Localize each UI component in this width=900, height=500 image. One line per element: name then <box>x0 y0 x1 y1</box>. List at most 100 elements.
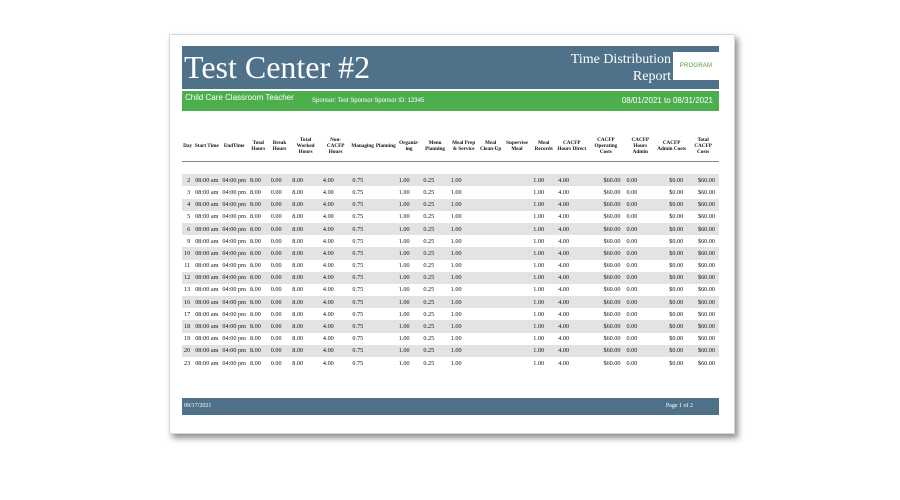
table-cell: 0.75 <box>352 262 364 270</box>
table-cell: 20 <box>184 347 191 355</box>
table-cell: $60.00 <box>603 335 621 343</box>
table-cell: 1.00 <box>450 237 462 245</box>
table-cell: 04:00 pm <box>222 310 246 318</box>
column-header: Total CACFP Costs <box>694 137 712 155</box>
column-header: Meal Prep & Service <box>452 140 476 152</box>
table-cell <box>479 345 503 357</box>
table-cell: 12 <box>184 274 191 282</box>
table-cell <box>479 174 503 186</box>
table-cell: 8.00 <box>249 225 261 233</box>
table-cell: 8.00 <box>292 176 304 184</box>
table-cell: 1.00 <box>398 359 410 367</box>
table-cell: $60.00 <box>697 359 715 367</box>
table-cell: 4.00 <box>322 213 334 221</box>
table-cell: 1.00 <box>533 298 545 306</box>
table-cell: 0.00 <box>626 335 638 343</box>
column-header: Day <box>183 143 193 149</box>
table-cell: 9 <box>187 237 191 245</box>
table-cell: 1.00 <box>450 310 462 318</box>
table-cell <box>479 296 503 308</box>
table-cell: $0.00 <box>669 286 684 294</box>
column-header: Supervise Meal <box>506 140 528 152</box>
table-cell: 8.00 <box>249 310 261 318</box>
table-cell: 10 <box>184 249 191 257</box>
table-cell: 8.00 <box>249 201 261 209</box>
table-cell: 1.00 <box>533 274 545 282</box>
table-cell: 1.00 <box>450 188 462 196</box>
table-cell: 0.00 <box>626 213 638 221</box>
table-cell: 08:00 am <box>195 323 219 331</box>
table-cell: $0.00 <box>669 188 684 196</box>
table-cell: 1.00 <box>398 249 410 257</box>
table-cell: 4.00 <box>322 176 334 184</box>
table-cell: $60.00 <box>603 262 621 270</box>
table-cell: 4.00 <box>558 335 570 343</box>
table-cell: $60.00 <box>697 335 715 343</box>
table-cell: 1.00 <box>533 286 545 294</box>
table-cell <box>479 260 503 272</box>
table-cell <box>375 186 397 198</box>
table-cell: 1.00 <box>450 274 462 282</box>
table-cell <box>503 211 532 223</box>
table-cell: 1.00 <box>398 286 410 294</box>
table-cell: $60.00 <box>697 310 715 318</box>
table-cell: 16 <box>184 298 191 306</box>
table-cell: $60.00 <box>697 298 715 306</box>
table-cell: 08:00 am <box>195 188 219 196</box>
table-cell <box>503 357 532 369</box>
table-cell: $60.00 <box>603 201 621 209</box>
table-cell: 08:00 am <box>195 249 219 257</box>
table-row: 4 08:00 am 04:00 pm 8.00 0.00 8.00 4.00 0.75 1.0… <box>182 198 719 211</box>
table-cell <box>503 199 532 211</box>
table-cell: 1.00 <box>398 298 410 306</box>
table-cell: $60.00 <box>603 310 621 318</box>
table-cell: $60.00 <box>697 249 715 257</box>
table-cell: 0.75 <box>352 225 364 233</box>
table-cell: 18 <box>184 323 191 331</box>
column-header: Total Hours <box>251 140 266 152</box>
table-cell: 08:00 am <box>195 176 219 184</box>
table-cell <box>375 260 397 272</box>
print-date: 09/17/2021 <box>184 403 212 409</box>
table-cell: 0.25 <box>423 225 435 233</box>
table-row: 19 08:00 am 04:00 pm 8.00 0.00 8.00 4.00 0.75 1.… <box>182 332 719 345</box>
table-cell: 0.00 <box>626 201 638 209</box>
table-cell: 0.00 <box>626 262 638 270</box>
table-cell: 1.00 <box>398 225 410 233</box>
table-cell: 0.25 <box>423 262 435 270</box>
table-cell: 1.00 <box>533 359 545 367</box>
table-cell: 1.00 <box>450 286 462 294</box>
table-cell: 1.00 <box>533 225 545 233</box>
table-cell: 4.00 <box>322 188 334 196</box>
table-cell: 0.00 <box>270 225 282 233</box>
table-cell: 0.00 <box>270 359 282 367</box>
table-cell: 8.00 <box>292 188 304 196</box>
table-cell: 0.00 <box>270 249 282 257</box>
table-cell: 04:00 pm <box>222 237 246 245</box>
table-cell: 8.00 <box>292 249 304 257</box>
table-cell: 0.75 <box>352 359 364 367</box>
table-cell <box>503 247 532 259</box>
table-cell: $60.00 <box>697 347 715 355</box>
table-cell: $60.00 <box>603 176 621 184</box>
table-cell: 4.00 <box>558 359 570 367</box>
table-cell: 1.00 <box>398 274 410 282</box>
table-cell: 0.00 <box>270 310 282 318</box>
table-cell: 0.75 <box>352 335 364 343</box>
table-cell: 0.00 <box>270 323 282 331</box>
time-distribution-table: Day Start Time EndTime Total Hours Break Hou… <box>182 131 719 370</box>
table-cell: 0.00 <box>626 347 638 355</box>
table-cell: 0.00 <box>626 237 638 245</box>
table-cell: 0.00 <box>270 274 282 282</box>
table-cell: 08:00 am <box>195 225 219 233</box>
program-name: Child Care Classroom Teacher <box>185 93 294 102</box>
table-cell: 08:00 am <box>195 237 219 245</box>
table-cell: $60.00 <box>697 323 715 331</box>
table-cell <box>375 284 397 296</box>
table-cell: 11 <box>184 262 191 270</box>
table-cell: 08:00 am <box>195 286 219 294</box>
table-cell <box>503 284 532 296</box>
table-cell: 8.00 <box>292 262 304 270</box>
table-cell <box>375 320 397 332</box>
table-cell: $0.00 <box>669 201 684 209</box>
